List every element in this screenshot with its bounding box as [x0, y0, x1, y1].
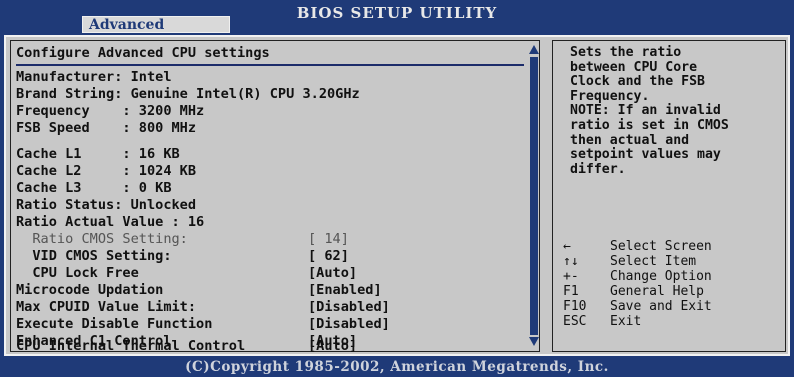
section-separator [16, 64, 524, 66]
key-desc-select-screen: Select Screen [610, 239, 712, 254]
key-arrow-updown-icon: ↑↓ [563, 254, 579, 269]
help-text: Sets the ratio between CPU Core Clock an… [570, 45, 729, 177]
setting-microcode-label[interactable]: Microcode Updation [16, 283, 163, 298]
info-cache-l1: Cache L1 : 16 KB [16, 146, 180, 162]
scroll-up-arrow-icon[interactable] [529, 45, 539, 54]
section-title: Configure Advanced CPU settings [16, 45, 270, 61]
info-ratio-status: Ratio Status: Unlocked [16, 197, 197, 213]
setting-ratio-cmos-value: [ 14] [308, 231, 349, 247]
setting-ratio-cmos-label: Ratio CMOS Setting: [16, 231, 188, 247]
key-arrow-left-icon: ← [563, 239, 571, 254]
info-manufacturer: Manufacturer: Intel [16, 69, 172, 85]
setting-vid-cmos-value[interactable]: [ 62] [308, 249, 349, 264]
key-desc-select-item: Select Item [610, 254, 697, 269]
key-esc: ESC [563, 314, 587, 329]
scroll-down-arrow-icon[interactable] [529, 337, 539, 346]
info-cache-l3: Cache L3 : 0 KB [16, 180, 172, 196]
setting-execute-disable-label[interactable]: Execute Disable Function [16, 317, 212, 332]
key-f10: F10 [563, 299, 587, 314]
setting-max-cpuid-label[interactable]: Max CPUID Value Limit: [16, 300, 196, 315]
tab-advanced[interactable]: Advanced [82, 16, 230, 33]
setting-max-cpuid-value[interactable]: [Disabled] [308, 300, 390, 315]
key-desc-save-exit: Save and Exit [610, 299, 712, 314]
info-cache-l2: Cache L2 : 1024 KB [16, 163, 197, 179]
setting-vid-cmos-label[interactable]: VID CMOS Setting: [16, 249, 171, 264]
setting-thermal-control-value[interactable]: [Auto] [308, 339, 357, 354]
key-plus-minus: +- [563, 269, 579, 284]
setting-execute-disable-value[interactable]: [Disabled] [308, 317, 390, 332]
footer-copyright: (C)Copyright 1985-2002, American Megatre… [185, 359, 609, 375]
key-desc-change-option: Change Option [610, 269, 712, 284]
setting-cpu-lock-free-value[interactable]: [Auto] [308, 266, 357, 281]
setting-microcode-value[interactable]: [Enabled] [308, 283, 382, 298]
key-f1: F1 [563, 284, 579, 299]
info-fsb-speed: FSB Speed : 800 MHz [16, 120, 197, 136]
key-desc-general-help: General Help [610, 284, 704, 299]
info-brand-string: Brand String: Genuine Intel(R) CPU 3.20G… [16, 86, 360, 102]
setting-thermal-control-label[interactable]: CPU Internal Thermal Control [16, 339, 245, 354]
key-desc-exit: Exit [610, 314, 642, 329]
info-ratio-actual: Ratio Actual Value : 16 [16, 214, 205, 230]
info-frequency: Frequency : 3200 MHz [16, 103, 205, 119]
setting-cpu-lock-free-label[interactable]: CPU Lock Free [16, 266, 138, 281]
scrollbar-thumb[interactable] [530, 57, 538, 335]
